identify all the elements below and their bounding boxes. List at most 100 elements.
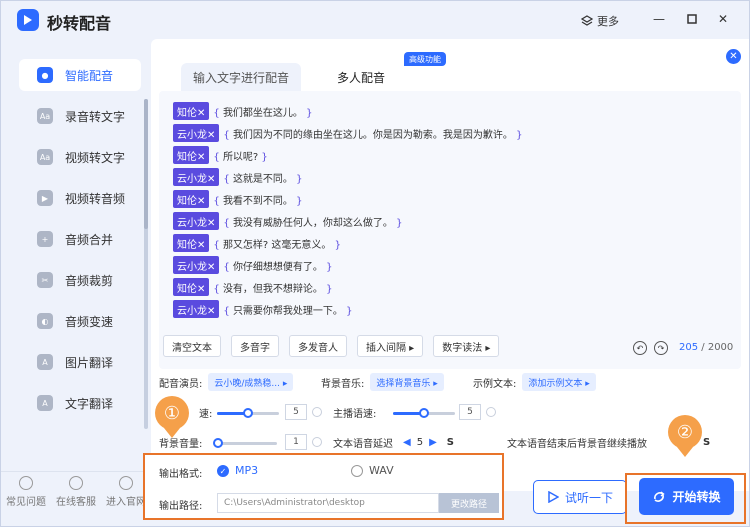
close-window-icon[interactable]: ✕ xyxy=(715,11,731,27)
dialogue-line: 知伦✕ { 所以呢? } xyxy=(173,145,268,165)
sidebar-item-label: 智能配音 xyxy=(65,68,114,83)
char-count-max: / 2000 xyxy=(701,342,734,353)
start-convert-button[interactable]: 开始转换 xyxy=(639,478,734,515)
more-label: 更多 xyxy=(597,15,619,28)
sidebar-item-label: 音频裁剪 xyxy=(65,273,114,288)
bgm-select[interactable]: 选择背景音乐 ▸ xyxy=(370,373,444,391)
main-panel: ✕ 输入文字进行配音 多人配音 高级功能 知伦✕ { 我们都坐在这儿。 } 云小… xyxy=(151,39,749,491)
sidebar-item-video-to-text[interactable]: Aa 视频转文字 xyxy=(19,141,141,173)
wav-radio[interactable] xyxy=(351,465,363,477)
utterance-text: 只需要你帮我处理一下。 xyxy=(232,305,343,317)
speaker-tag[interactable]: 云小龙✕ xyxy=(173,212,220,230)
sidebar-item-label: 音频变速 xyxy=(65,314,114,329)
sidebar-scrollbar-thumb[interactable] xyxy=(144,99,148,229)
char-count-current: 205 xyxy=(679,342,699,353)
sidebar-item-audio-merge[interactable]: + 音频合并 xyxy=(19,223,141,255)
reset-icon[interactable] xyxy=(486,407,496,417)
delay-decrease-icon[interactable]: ◀ xyxy=(403,437,411,448)
app-window: 秒转配音 更多 — ✕ ● 智能配音 Aa 录音转文字 Aa 视频转文字 ▶ 视… xyxy=(0,0,750,527)
insert-pause-button[interactable]: 插入间隔 ▸ xyxy=(357,335,424,357)
sidebar-item-label: 音频合并 xyxy=(65,232,114,247)
char-counter: 205 / 2000 xyxy=(679,342,733,353)
bg-volume-value[interactable]: 1 xyxy=(285,434,307,450)
trial-listen-button[interactable]: 试听一下 xyxy=(533,480,627,514)
sidebar-item-smart-dubbing[interactable]: ● 智能配音 xyxy=(19,59,141,91)
redo-icon[interactable]: ↷ xyxy=(654,341,668,355)
main-speed-label: 主播语速: xyxy=(333,408,377,420)
utterance-text: 所以呢? xyxy=(222,151,259,163)
main-speed-knob[interactable] xyxy=(419,408,429,418)
dialogue-editor[interactable]: 知伦✕ { 我们都坐在这儿。 } 云小龙✕ { 我们因为不同的缘由坐在这儿。你是… xyxy=(159,91,741,369)
multi-speaker-button[interactable]: 多发音人 xyxy=(289,335,347,357)
minimize-icon[interactable]: — xyxy=(651,11,667,27)
speed-value[interactable]: 5 xyxy=(285,404,307,420)
utterance-text: 那又怎样? 这毫无意义。 xyxy=(222,239,332,251)
speaker-tag[interactable]: 知伦✕ xyxy=(173,278,210,296)
marker-tail xyxy=(164,428,180,438)
voice-select[interactable]: 云小晚/成熟稳... ▸ xyxy=(208,373,294,391)
faq-link[interactable]: 常见问题 xyxy=(1,472,51,508)
sidebar-item-text-translate[interactable]: A 文字翻译 xyxy=(19,387,141,419)
trial-label: 试听一下 xyxy=(564,490,613,505)
delay-increase-icon[interactable]: ▶ xyxy=(429,437,437,448)
scissors-icon: ✂ xyxy=(37,272,53,288)
bgm-continue-unit: S xyxy=(703,436,711,448)
tab-bar: 输入文字进行配音 多人配音 xyxy=(181,63,571,91)
bottom-links: 常见问题 在线客服 进入官网 xyxy=(1,471,151,527)
speaker-tag[interactable]: 云小龙✕ xyxy=(173,300,220,318)
speaker-tag[interactable]: 知伦✕ xyxy=(173,190,210,208)
clear-text-button[interactable]: 清空文本 xyxy=(163,335,221,357)
speed-slider[interactable] xyxy=(217,408,279,418)
sidebar: ● 智能配音 Aa 录音转文字 Aa 视频转文字 ▶ 视频转音频 + 音频合并 … xyxy=(1,39,151,489)
tab-text-dubbing[interactable]: 输入文字进行配音 xyxy=(181,63,301,91)
online-support-link[interactable]: 在线客服 xyxy=(51,472,101,508)
mp3-radio[interactable]: ✓ xyxy=(217,465,229,477)
chat-icon xyxy=(69,476,83,490)
speaker-tag[interactable]: 云小龙✕ xyxy=(173,168,220,186)
main-speed-slider[interactable] xyxy=(393,408,455,418)
speed-slider-knob[interactable] xyxy=(243,408,253,418)
number-reading-button[interactable]: 数字读法 ▸ xyxy=(433,335,500,357)
main-speed-value[interactable]: 5 xyxy=(459,404,481,420)
app-title: 秒转配音 xyxy=(47,14,112,33)
speaker-tag[interactable]: 知伦✕ xyxy=(173,102,210,120)
sidebar-item-image-translate[interactable]: A 图片翻译 xyxy=(19,346,141,378)
sample-select[interactable]: 添加示例文本 ▸ xyxy=(522,373,596,391)
close-panel-icon[interactable]: ✕ xyxy=(726,49,741,64)
sidebar-item-label: 录音转文字 xyxy=(65,109,126,124)
bgm-label: 背景音乐: xyxy=(321,378,365,390)
path-label: 输出路径: xyxy=(159,501,203,512)
dialogue-line: 云小龙✕ { 只需要你帮我处理一下。 } xyxy=(173,299,352,319)
speaker-tag[interactable]: 知伦✕ xyxy=(173,146,210,164)
tab-multi-dubbing[interactable]: 多人配音 xyxy=(301,63,421,91)
reset-icon[interactable] xyxy=(312,407,322,417)
site-label: 进入官网 xyxy=(106,497,146,508)
mic-icon: ● xyxy=(37,67,53,83)
play-icon xyxy=(548,491,559,503)
speaker-tag[interactable]: 云小龙✕ xyxy=(173,256,220,274)
speed-label: 速: xyxy=(199,408,213,420)
utterance-text: 我看不到不同。 xyxy=(222,195,293,207)
convert-icon xyxy=(654,490,666,502)
maximize-icon[interactable] xyxy=(684,11,700,27)
text-translate-icon: A xyxy=(37,395,53,411)
sidebar-item-record-to-text[interactable]: Aa 录音转文字 xyxy=(19,100,141,132)
sidebar-item-audio-cut[interactable]: ✂ 音频裁剪 xyxy=(19,264,141,296)
reset-icon[interactable] xyxy=(312,437,322,447)
sidebar-item-video-to-audio[interactable]: ▶ 视频转音频 xyxy=(19,182,141,214)
output-path-input[interactable]: C:\Users\Administrator\desktop xyxy=(217,493,439,513)
more-button[interactable]: 更多 xyxy=(581,13,619,29)
speaker-tag[interactable]: 云小龙✕ xyxy=(173,124,220,142)
dialogue-line: 知伦✕ { 我看不到不同。 } xyxy=(173,189,302,209)
sidebar-item-audio-speed[interactable]: ◐ 音频变速 xyxy=(19,305,141,337)
bg-volume-knob[interactable] xyxy=(213,438,224,448)
change-path-button[interactable]: 更改路径 xyxy=(439,493,499,513)
undo-icon[interactable]: ↶ xyxy=(633,341,647,355)
dialogue-line: 知伦✕ { 没有，但我不想辩论。 } xyxy=(173,277,332,297)
sidebar-item-label: 视频转音频 xyxy=(65,191,126,206)
bg-volume-slider[interactable] xyxy=(213,438,277,448)
polyphone-button[interactable]: 多音字 xyxy=(231,335,279,357)
home-icon xyxy=(119,476,133,490)
speaker-tag[interactable]: 知伦✕ xyxy=(173,234,210,252)
image-translate-icon: A xyxy=(37,354,53,370)
